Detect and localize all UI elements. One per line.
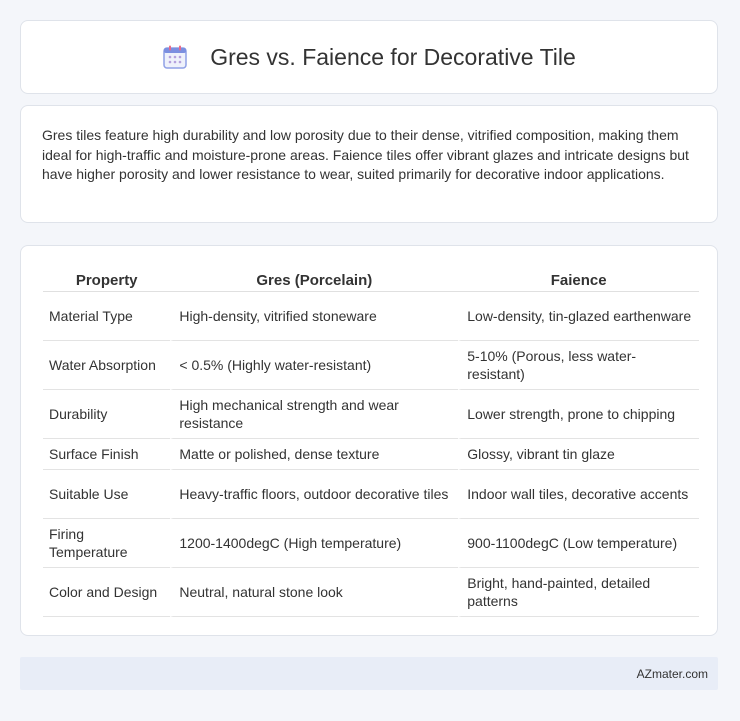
intro-paragraph: Gres tiles feature high durability and l… — [42, 127, 689, 182]
table-header-row: Property Gres (Porcelain) Faience — [43, 266, 699, 292]
cell-faience: 900-1100degC (Low temperature) — [458, 519, 699, 568]
header-faience: Faience — [458, 266, 699, 292]
calendar-icon — [162, 44, 188, 70]
cell-faience: 5-10% (Porous, less water-resistant) — [458, 341, 699, 390]
cell-property: Durability — [43, 390, 171, 439]
footer-brand: AZmater.com — [636, 666, 708, 681]
cell-gres: High mechanical strength and wear resist… — [170, 390, 459, 439]
cell-property: Suitable Use — [43, 470, 171, 519]
footer-bar: AZmater.com — [20, 657, 718, 690]
comparison-card: Property Gres (Porcelain) Faience Materi… — [20, 245, 718, 636]
cell-property: Firing Temperature — [43, 519, 171, 568]
table-row: Water Absorption < 0.5% (Highly water-re… — [43, 341, 699, 390]
cell-gres: High-density, vitrified stoneware — [170, 292, 459, 341]
title-card: Gres vs. Faience for Decorative Tile — [20, 20, 718, 94]
cell-gres: < 0.5% (Highly water-resistant) — [170, 341, 459, 390]
cell-property: Surface Finish — [43, 439, 171, 470]
table-row: Firing Temperature 1200-1400degC (High t… — [43, 519, 699, 568]
cell-faience: Low-density, tin-glazed earthenware — [458, 292, 699, 341]
cell-faience: Indoor wall tiles, decorative accents — [458, 470, 699, 519]
cell-faience: Glossy, vibrant tin glaze — [458, 439, 699, 470]
cell-gres: 1200-1400degC (High temperature) — [170, 519, 459, 568]
table-row: Surface Finish Matte or polished, dense … — [43, 439, 699, 470]
cell-property: Water Absorption — [43, 341, 171, 390]
header-property: Property — [43, 266, 171, 292]
header-gres: Gres (Porcelain) — [170, 266, 459, 292]
intro-card: Gres tiles feature high durability and l… — [20, 105, 718, 223]
cell-gres: Neutral, natural stone look — [170, 568, 459, 617]
comparison-table: Property Gres (Porcelain) Faience Materi… — [43, 266, 699, 617]
cell-faience: Lower strength, prone to chipping — [458, 390, 699, 439]
page-title: Gres vs. Faience for Decorative Tile — [210, 43, 576, 70]
table-row: Color and Design Neutral, natural stone … — [43, 568, 699, 617]
cell-gres: Matte or polished, dense texture — [170, 439, 459, 470]
cell-gres: Heavy-traffic floors, outdoor decorative… — [170, 470, 459, 519]
cell-property: Material Type — [43, 292, 171, 341]
table-row: Material Type High-density, vitrified st… — [43, 292, 699, 341]
table-row: Suitable Use Heavy-traffic floors, outdo… — [43, 470, 699, 519]
cell-property: Color and Design — [43, 568, 171, 617]
table-row: Durability High mechanical strength and … — [43, 390, 699, 439]
cell-faience: Bright, hand-painted, detailed patterns — [458, 568, 699, 617]
